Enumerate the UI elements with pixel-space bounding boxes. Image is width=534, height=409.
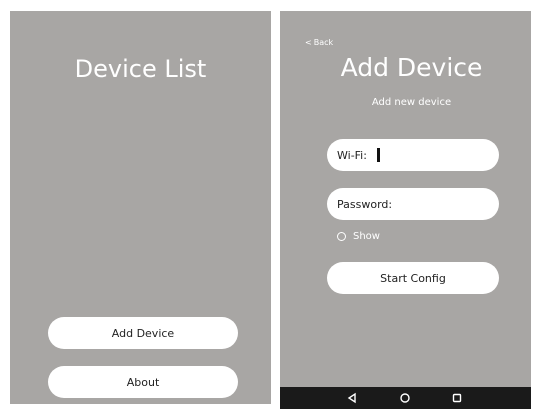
start-config-button-label: Start Config (380, 271, 446, 285)
back-label: Back (313, 38, 334, 47)
show-password-radio[interactable]: Show (337, 231, 380, 242)
about-button-label: About (126, 375, 160, 389)
nav-home-icon[interactable] (399, 392, 411, 404)
password-field-label: Password: (337, 197, 393, 211)
nav-recent-apps-icon[interactable] (451, 392, 463, 404)
wifi-field-label: Wi-Fi: (337, 148, 367, 162)
page-title: Add Device (340, 53, 483, 82)
back-link[interactable]: < Back (305, 38, 333, 47)
password-field[interactable]: Password: (327, 188, 499, 220)
radio-icon[interactable] (337, 232, 346, 241)
page-subtitle: Add new device (371, 97, 452, 108)
nav-back-icon[interactable] (346, 392, 358, 404)
mockup-canvas: Device List Add Device About < Back Add D… (0, 0, 534, 409)
start-config-button[interactable]: Start Config (327, 262, 499, 294)
android-nav-bar (280, 387, 531, 409)
wifi-field[interactable]: Wi-Fi: (327, 139, 499, 171)
text-cursor (376, 148, 380, 162)
add-device-screen: < Back Add Device Add new device Wi-Fi: P… (280, 11, 531, 409)
page-title: Device List (74, 55, 207, 83)
show-password-label: Show (353, 231, 380, 242)
about-button[interactable]: About (48, 366, 238, 398)
device-list-screen: Device List Add Device About (10, 11, 271, 404)
add-device-button-label: Add Device (111, 326, 175, 340)
chevron-left-icon: < (305, 38, 312, 47)
add-device-button[interactable]: Add Device (48, 317, 238, 349)
